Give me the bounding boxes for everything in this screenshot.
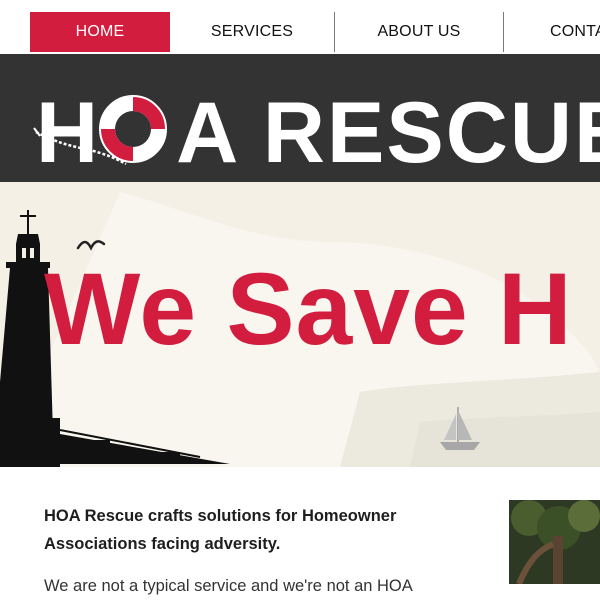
body-text: We are not a typical service and we're n…: [44, 577, 413, 595]
intro-text: HOA Rescue crafts solutions for Homeowne…: [44, 507, 397, 553]
sailboat-icon: [440, 407, 480, 450]
top-navigation: HOME SERVICES ABOUT US CONTA: [0, 0, 600, 52]
hero-section: We Save H: [0, 182, 600, 467]
logo-text-right: A RESCUE: [176, 85, 600, 181]
nav-item-about-us[interactable]: ABOUT US: [335, 12, 503, 52]
life-buoy-icon: [99, 95, 167, 163]
tree-photo: [509, 500, 600, 584]
tree-photo-graphic: [509, 500, 600, 584]
hero-headline: We Save H: [44, 252, 573, 366]
nav-item-home[interactable]: HOME: [30, 12, 170, 52]
logo-text-left: H: [36, 85, 101, 181]
header-banner: H A RESCUE: [0, 54, 600, 182]
nav-item-services[interactable]: SERVICES: [170, 12, 334, 52]
nav-item-contact[interactable]: CONTA: [504, 12, 600, 52]
